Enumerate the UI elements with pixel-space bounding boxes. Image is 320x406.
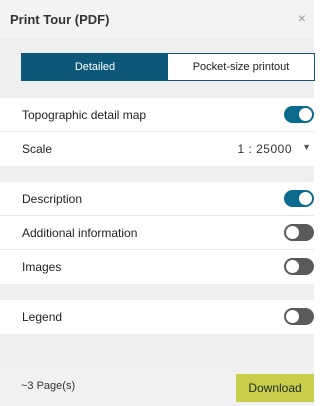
toggle-knob — [286, 260, 299, 273]
images-toggle[interactable] — [284, 258, 314, 275]
topographic-map-row: Topographic detail map — [0, 98, 314, 132]
topographic-map-label: Topographic detail map — [22, 107, 147, 122]
topographic-map-toggle[interactable] — [284, 106, 314, 123]
panel-header: Print Tour (PDF) × — [0, 0, 314, 38]
panel-title: Print Tour (PDF) — [10, 11, 110, 27]
toggle-knob — [286, 310, 299, 323]
scale-select-value[interactable]: 1 : 25000 — [237, 142, 292, 156]
tab-detailed[interactable]: Detailed — [22, 54, 168, 80]
toggle-knob — [299, 108, 312, 121]
page-count: ~3 Page(s) — [21, 380, 76, 392]
description-row: Description — [0, 182, 314, 216]
scale-row: Scale 1 : 25000 ▼ — [0, 132, 314, 166]
section-divider — [0, 166, 314, 182]
tab-pocket-size[interactable]: Pocket-size printout — [168, 54, 314, 80]
images-label: Images — [22, 260, 62, 274]
legend-label: Legend — [22, 310, 63, 324]
description-toggle[interactable] — [284, 190, 314, 207]
additional-info-row: Additional information — [0, 216, 314, 250]
section-divider — [0, 284, 314, 300]
print-tour-panel: Print Tour (PDF) × Detailed Pocket-size … — [0, 0, 315, 406]
bottom-spacer — [0, 334, 314, 366]
images-row: Images — [0, 250, 314, 284]
toggle-knob — [299, 192, 312, 205]
additional-info-toggle[interactable] — [284, 224, 314, 241]
description-label: Description — [22, 191, 83, 206]
panel-footer: ~3 Page(s) Download — [0, 366, 314, 406]
chevron-down-icon[interactable]: ▼ — [302, 142, 311, 152]
legend-row: Legend — [0, 300, 314, 334]
additional-info-label: Additional information — [22, 225, 138, 240]
print-format-toggle: Detailed Pocket-size printout — [21, 53, 315, 81]
close-icon[interactable]: × — [298, 10, 306, 26]
legend-toggle[interactable] — [284, 308, 314, 325]
toggle-knob — [286, 226, 299, 239]
download-button[interactable]: Download — [236, 374, 314, 402]
